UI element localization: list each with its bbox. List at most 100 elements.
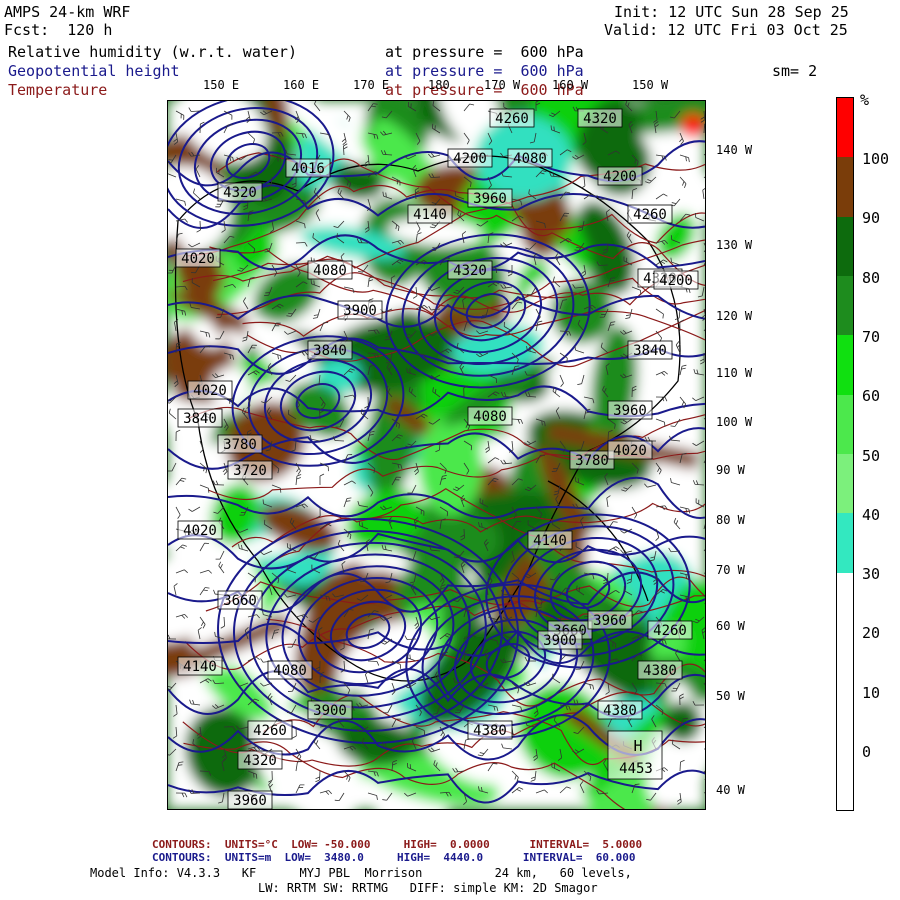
colorbar-swatch [837,216,853,277]
height-contour-label: 4080 [467,406,513,426]
lon-label: 160 E [283,78,320,92]
colorbar-swatch [837,394,853,455]
svg-text:3780: 3780 [575,453,609,469]
colorbar-level: 90 [862,209,881,228]
lat-label: 40 W [716,783,745,797]
height-contour-label: 4016 [285,158,331,178]
valid-time: Valid: 12 UTC Fri 03 Oct 25 [604,21,848,39]
svg-text:3900: 3900 [343,303,377,319]
svg-text:4320: 4320 [583,111,617,127]
svg-text:4200: 4200 [603,169,637,185]
colorbar-swatch [837,276,853,336]
colorbar-level: 70 [862,327,881,346]
svg-text:3660: 3660 [223,593,257,609]
lat-label: 90 W [716,463,745,477]
svg-text:3840: 3840 [313,343,347,359]
height-contour-label: 4200 [597,166,643,186]
height-contour-label: 3960 [467,188,513,208]
lat-label: 130 W [716,238,753,252]
svg-text:4020: 4020 [193,383,227,399]
svg-text:4200: 4200 [659,273,693,289]
svg-text:4260: 4260 [633,207,667,223]
field-temp-name: Temperature [8,81,108,99]
field-height-level: at pressure = 600 hPa [385,62,584,80]
svg-text:3900: 3900 [543,633,577,649]
svg-text:4320: 4320 [223,185,257,201]
svg-text:4380: 4380 [643,663,677,679]
height-contour-label: 4080 [307,260,353,280]
height-contour-label: 4020 [177,520,223,540]
height-contour-label: 4320 [217,182,263,202]
model-title: AMPS 24-km WRF [4,3,131,21]
colorbar-level: 10 [862,683,881,702]
model-info: Model Info: V4.3.3 KF MYJ PBL Morrison 2… [90,866,632,880]
colorbar-level: 20 [862,624,881,643]
colorbar-swatch [837,691,853,752]
colorbar-swatch [837,750,853,811]
svg-text:4020: 4020 [183,523,217,539]
height-contour-label: 3900 [537,630,583,650]
height-contour-label: 4200 [447,148,493,168]
svg-text:4140: 4140 [533,533,567,549]
rh-height-temperature-map: 4260 4320 4200 4080 4016 4320 4140 4260 3960 4200… [167,100,706,810]
height-contour-label: 3960 [587,610,633,630]
colorbar-level: 30 [862,565,881,584]
colorbar-level: 100 [862,150,890,168]
svg-text:4080: 4080 [273,663,307,679]
forecast-hour: Fcst: 120 h [4,21,113,39]
colorbar-level: 80 [862,268,881,287]
colorbar-level: 50 [862,446,881,465]
lon-label: 170 W [484,78,521,92]
svg-text:3720: 3720 [233,463,267,479]
lat-label: 110 W [716,366,753,380]
svg-text:4016: 4016 [291,161,325,177]
height-contour-label: 4020 [607,440,653,460]
lat-label: 70 W [716,563,745,577]
svg-text:4260: 4260 [495,111,529,127]
height-contour-label: 4380 [637,660,683,680]
svg-text:4080: 4080 [513,151,547,167]
colorbar-swatch [837,572,853,633]
svg-text:3780: 3780 [223,437,257,453]
height-contour-label: 3720 [227,460,273,480]
lon-label: 170 E [353,78,390,92]
lat-label: 100 W [716,415,753,429]
svg-text:4260: 4260 [253,723,287,739]
colorbar-swatch [837,513,853,574]
svg-text:4380: 4380 [603,703,637,719]
svg-text:H: H [633,737,642,755]
svg-text:3960: 3960 [593,613,627,629]
height-contour-label: 4260 [489,108,535,128]
colorbar-swatch [837,632,853,692]
lon-label: 150 W [632,78,669,92]
height-contour-label: 4260 [627,204,673,224]
svg-text:4260: 4260 [653,623,687,639]
height-contour-label: 4140 [527,530,573,550]
field-rh-name: Relative humidity (w.r.t. water) [8,43,297,61]
colorbar-swatch [837,335,853,396]
colorbar-unit: % [860,91,870,109]
height-contour-label: 4320 [447,260,493,280]
colorbar-swatch [837,454,853,514]
height-contour-label: 4140 [407,204,453,224]
svg-text:4380: 4380 [473,723,507,739]
high-pressure-marker: H 4453 [607,730,663,780]
lat-label: 80 W [716,513,745,527]
svg-text:4320: 4320 [453,263,487,279]
height-contour-label: 4320 [237,750,283,770]
svg-text:4320: 4320 [243,753,277,769]
lat-label: 60 W [716,619,745,633]
svg-text:4080: 4080 [313,263,347,279]
height-contour-label: 4380 [467,720,513,740]
height-contour-label: 3960 [227,790,273,809]
height-contour-label: 3780 [569,450,615,470]
colorbar-level: 0 [862,743,872,761]
lat-label: 120 W [716,309,753,323]
height-contour-label: 4200 [653,270,699,290]
colorbar-swatch [837,98,853,158]
svg-text:3960: 3960 [613,403,647,419]
height-contour-label: 4080 [267,660,313,680]
height-contour-label: 3780 [217,434,263,454]
height-contour-label: 4320 [577,108,623,128]
svg-text:4080: 4080 [473,409,507,425]
